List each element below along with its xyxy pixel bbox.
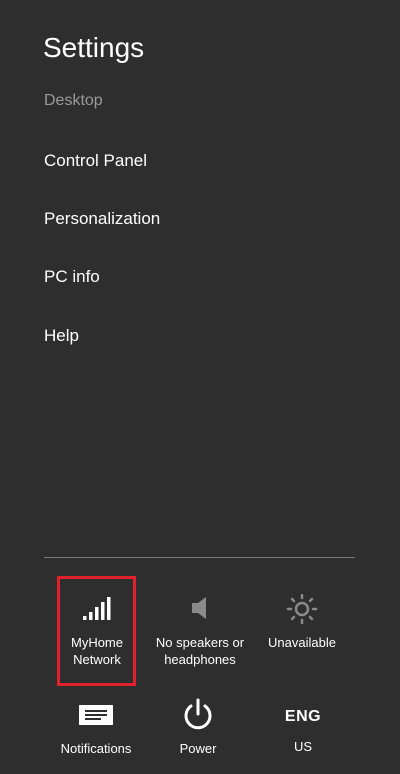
language-tile[interactable]: ENG US — [253, 706, 353, 755]
notifications-label: Notifications — [60, 741, 132, 756]
page-title: Settings — [43, 32, 145, 63]
settings-charm-panel: Settings Desktop Control Panel Personali… — [0, 0, 400, 774]
menu-item-personalization[interactable]: Personalization — [44, 208, 160, 230]
power-icon — [184, 698, 212, 730]
power-label: Power — [179, 741, 217, 756]
brightness-icon — [286, 594, 318, 624]
context-subtitle: Desktop — [44, 92, 103, 109]
brightness-label: Unavailable — [268, 635, 336, 650]
menu-item-pc-info[interactable]: PC info — [44, 266, 100, 288]
notifications-icon — [79, 705, 113, 725]
power-tile[interactable]: Power — [148, 698, 248, 757]
brightness-tile[interactable]: Unavailable — [252, 594, 352, 651]
language-code: ENG — [284, 708, 322, 725]
menu-item-help[interactable]: Help — [44, 325, 79, 347]
notifications-tile[interactable]: Notifications — [46, 702, 146, 757]
divider — [44, 557, 355, 558]
language-region-label: US — [293, 739, 313, 754]
speaker-muted-icon — [192, 597, 206, 619]
volume-label: No speakers or headphones — [155, 635, 245, 667]
highlight-box — [57, 576, 136, 686]
volume-tile[interactable]: No speakers or headphones — [150, 594, 250, 668]
menu-item-control-panel[interactable]: Control Panel — [44, 150, 147, 172]
